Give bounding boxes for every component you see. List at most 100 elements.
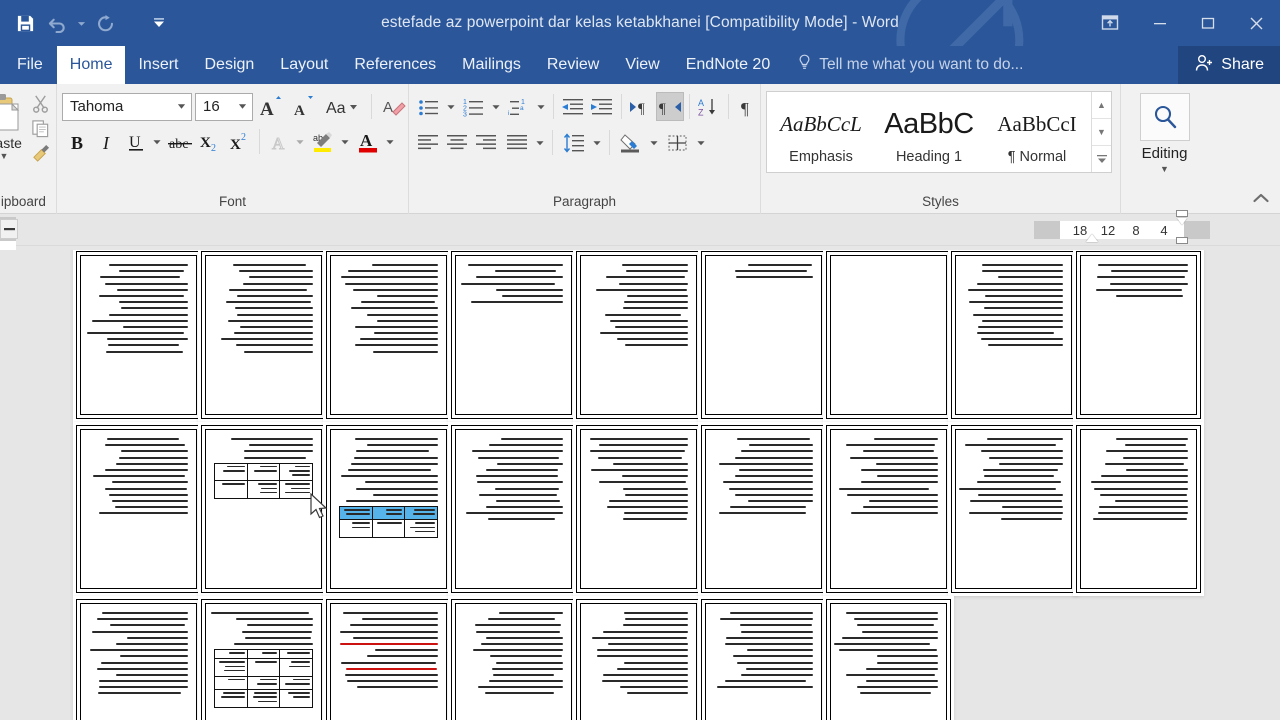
style-normal[interactable]: AaBbCcI ¶ Normal	[983, 92, 1091, 172]
table-cell[interactable]	[246, 659, 280, 676]
align-left-button[interactable]	[414, 128, 442, 157]
page-thumbnail[interactable]	[705, 255, 822, 415]
page-table[interactable]	[214, 649, 313, 708]
justify-split[interactable]	[501, 128, 547, 157]
table-cell[interactable]	[215, 659, 247, 676]
page-thumbnail[interactable]	[580, 255, 697, 415]
page-thumbnail[interactable]	[205, 603, 322, 720]
highlight-color-button[interactable]: ab	[308, 127, 338, 156]
borders-dropdown-icon[interactable]	[694, 128, 708, 157]
tab-layout[interactable]: Layout	[267, 46, 341, 84]
page-thumbnail[interactable]	[830, 255, 947, 415]
shading-dropdown-icon[interactable]	[647, 128, 661, 157]
style-heading-1[interactable]: AaBbC Heading 1	[875, 92, 983, 172]
save-button[interactable]	[10, 8, 40, 38]
scroll-up-button[interactable]	[0, 219, 18, 239]
tab-home[interactable]: Home	[56, 46, 126, 84]
more-styles-icon[interactable]	[1092, 145, 1111, 172]
format-painter-button[interactable]	[27, 141, 53, 165]
cut-button[interactable]	[27, 91, 53, 115]
table-cell[interactable]	[246, 650, 280, 659]
horizontal-ruler[interactable]: 18 12 8 4	[1034, 210, 1210, 244]
tab-references[interactable]: References	[341, 46, 449, 84]
page-thumbnail[interactable]	[580, 603, 697, 720]
subscript-button[interactable]: X2	[195, 127, 224, 156]
table-cell[interactable]	[339, 507, 372, 520]
font-color-button[interactable]: A	[353, 127, 383, 156]
chevron-down-icon[interactable]	[232, 103, 252, 110]
underline-button[interactable]: U	[122, 127, 150, 156]
table-cell[interactable]	[404, 520, 437, 537]
ltr-text-direction-button[interactable]: ¶	[627, 92, 655, 121]
table-cell[interactable]	[246, 676, 280, 690]
styles-scrollbar[interactable]: ▲ ▼	[1091, 92, 1111, 172]
tab-file[interactable]: File	[0, 46, 57, 84]
tab-view[interactable]: View	[612, 46, 672, 84]
decrease-indent-button[interactable]	[559, 92, 587, 121]
page-thumbnail[interactable]	[1080, 255, 1197, 415]
page-thumbnail[interactable]	[80, 255, 197, 415]
text-effects-button[interactable]: A	[265, 127, 293, 156]
table-cell[interactable]	[215, 677, 247, 689]
bullets-dropdown-icon[interactable]	[444, 92, 458, 121]
page-thumbnail[interactable]	[830, 603, 947, 720]
increase-indent-button[interactable]	[588, 92, 616, 121]
multilevel-list-split[interactable]: 1ai	[504, 92, 548, 121]
page-thumbnail[interactable]	[955, 429, 1072, 589]
close-button[interactable]	[1232, 0, 1280, 46]
font-size-combo[interactable]: 16	[195, 92, 253, 121]
table-cell[interactable]	[215, 650, 247, 658]
table-row[interactable]	[215, 463, 312, 482]
hanging-indent-marker[interactable]	[1177, 218, 1187, 225]
highlight-split[interactable]: ab	[308, 127, 352, 156]
document-canvas[interactable]	[0, 250, 1280, 720]
table-row[interactable]	[215, 481, 312, 498]
table-cell[interactable]	[340, 520, 372, 537]
underline-dropdown-icon[interactable]	[150, 127, 164, 156]
customize-qat-button[interactable]	[144, 8, 174, 38]
page-thumbnail[interactable]	[455, 255, 572, 415]
sort-button[interactable]: AZ	[695, 92, 723, 121]
table-row[interactable]	[215, 676, 312, 691]
font-color-dropdown-icon[interactable]	[383, 127, 397, 156]
magnifier-icon[interactable]	[1139, 93, 1190, 141]
ribbon-display-options-icon[interactable]	[1084, 0, 1136, 46]
highlight-dropdown-icon[interactable]	[338, 127, 352, 156]
table-cell[interactable]	[246, 481, 280, 498]
table-cell[interactable]	[404, 507, 437, 520]
page-thumbnail[interactable]	[80, 429, 197, 589]
page-thumbnail[interactable]	[330, 603, 447, 720]
scroll-down-icon[interactable]: ▼	[1092, 118, 1111, 145]
page-thumbnail[interactable]	[955, 255, 1072, 415]
superscript-button[interactable]: X2	[225, 127, 254, 156]
collapse-ribbon-button[interactable]	[1252, 191, 1272, 209]
multilevel-list-dropdown-icon[interactable]	[534, 92, 548, 121]
align-center-button[interactable]	[443, 128, 471, 157]
scroll-up-icon[interactable]: ▲	[1092, 92, 1111, 118]
page-thumbnail[interactable]	[705, 429, 822, 589]
page-thumbnail[interactable]	[205, 255, 322, 415]
table-cell[interactable]	[371, 507, 405, 520]
paste-dropdown-icon[interactable]: ▼	[0, 150, 8, 162]
tab-design[interactable]: Design	[191, 46, 267, 84]
numbering-button[interactable]: 123	[459, 92, 489, 121]
multilevel-list-button[interactable]: 1ai	[504, 92, 534, 121]
tell-me-box[interactable]: Tell me what you want to do...	[783, 46, 1033, 84]
redo-button[interactable]	[90, 8, 120, 38]
page-thumbnail[interactable]	[1080, 429, 1197, 589]
style-emphasis[interactable]: AaBbCcL Emphasis	[767, 92, 875, 172]
editing-dropdown-icon[interactable]: ▼	[1160, 162, 1169, 174]
share-button[interactable]: Share	[1178, 46, 1280, 84]
page-thumbnail[interactable]	[580, 429, 697, 589]
font-name-combo[interactable]: Tahoma	[62, 92, 192, 121]
page-thumbnail[interactable]	[205, 429, 322, 589]
font-color-split[interactable]: A	[353, 127, 397, 156]
align-right-button[interactable]	[472, 128, 500, 157]
tab-endnote-20[interactable]: EndNote 20	[673, 46, 784, 84]
undo-button[interactable]	[42, 8, 72, 38]
table-cell[interactable]	[279, 650, 312, 659]
page-thumbnail[interactable]	[830, 429, 947, 589]
justify-dropdown-icon[interactable]	[533, 128, 547, 157]
justify-button[interactable]	[501, 128, 533, 157]
text-effects-dropdown-icon[interactable]	[293, 127, 307, 156]
